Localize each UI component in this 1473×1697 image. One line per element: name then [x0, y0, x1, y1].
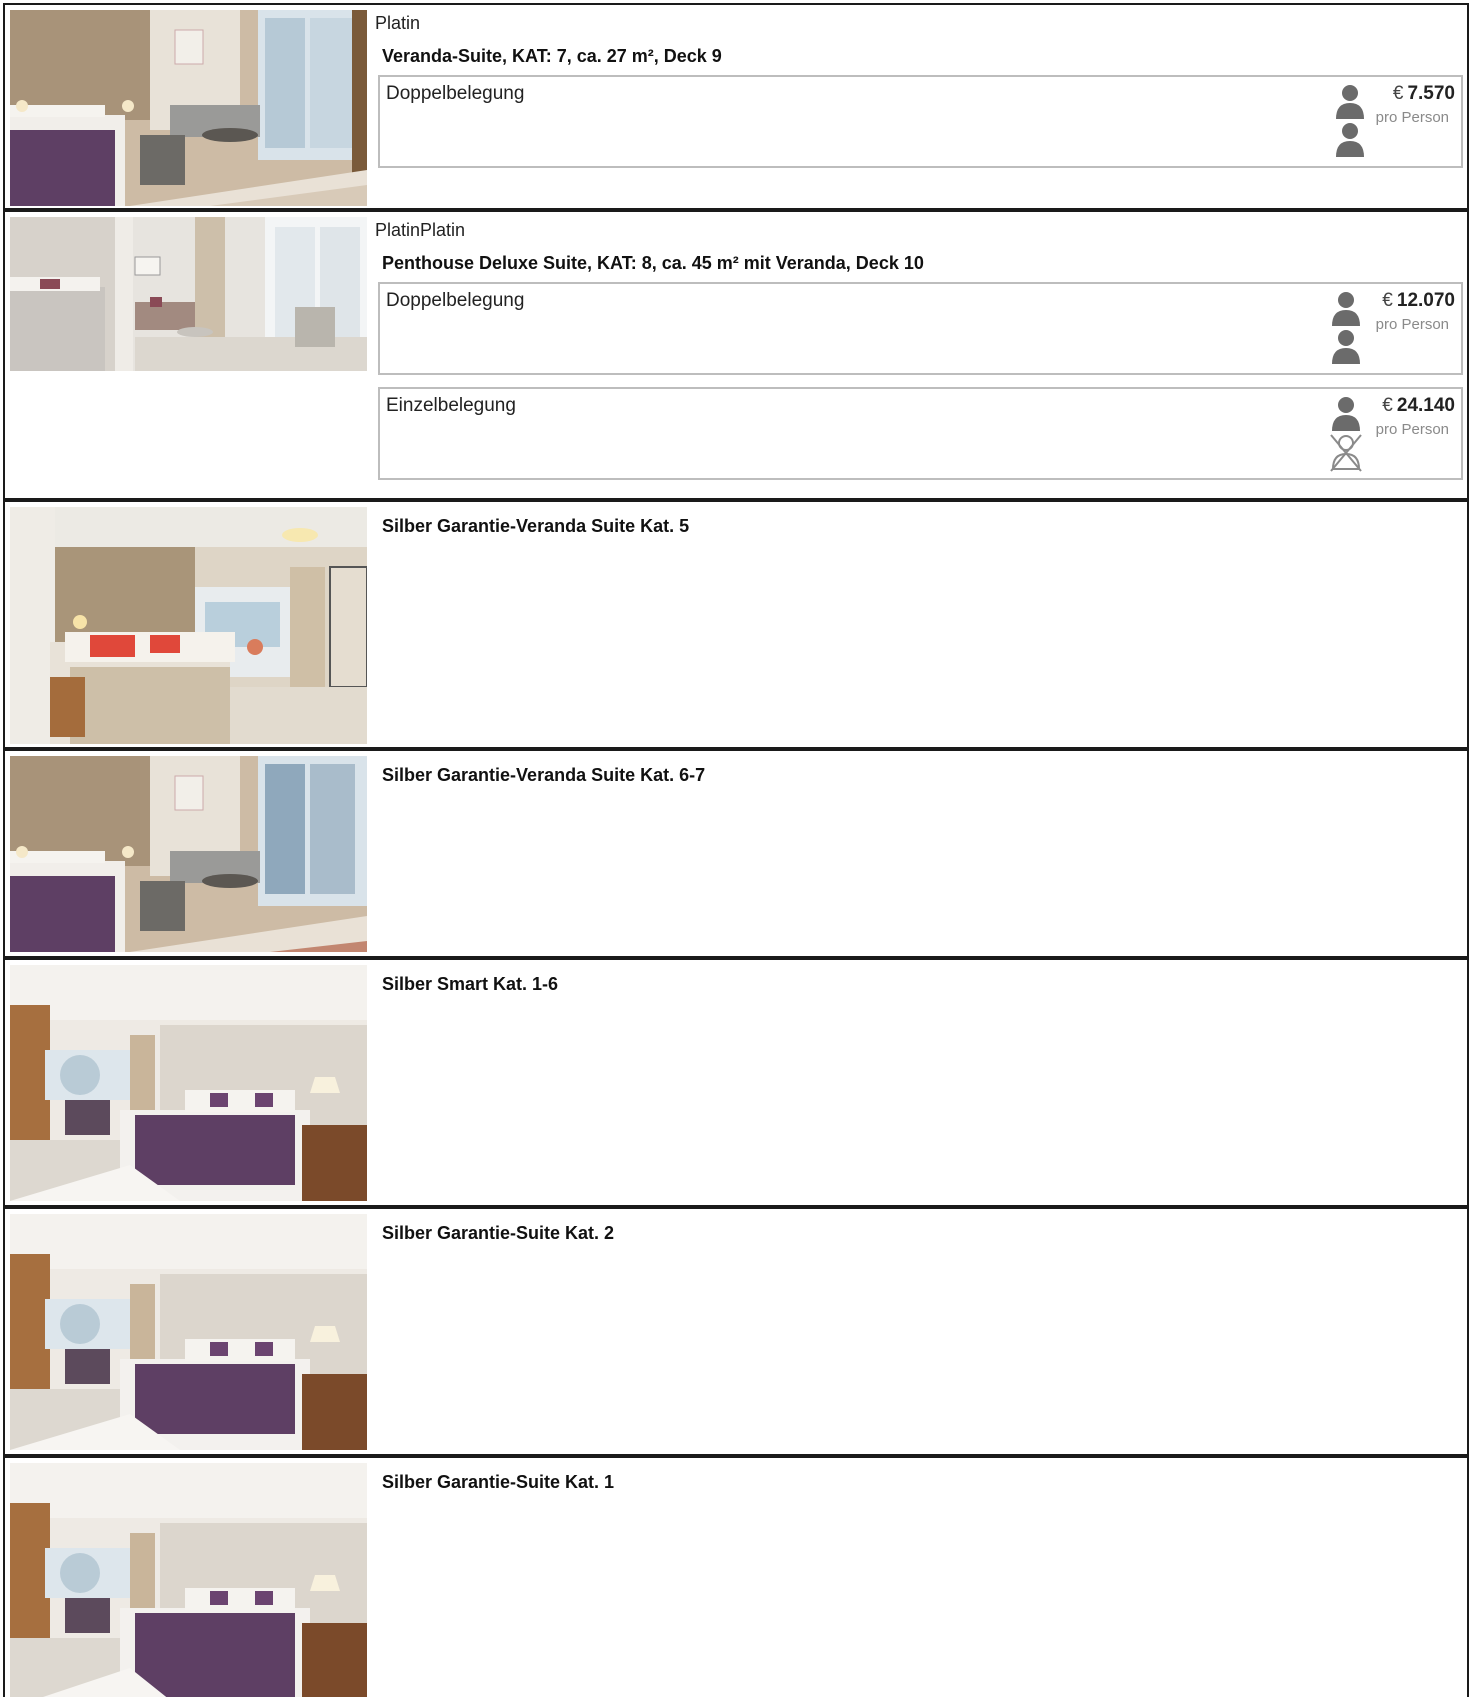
- cabin-title: Veranda-Suite, KAT: 7, ca. 27 m², Deck 9: [382, 46, 722, 66]
- cabin-row: Platin Veranda-Suite, KAT: 7, ca. 27 m²,…: [3, 3, 1469, 210]
- cabin-row: PlatinPlatin Penthouse Deluxe Suite, KAT…: [3, 210, 1469, 500]
- cabin-row: Silber Garantie-Veranda Suite Kat. 5: [3, 500, 1469, 749]
- cabin-title: Silber Smart Kat. 1-6: [382, 974, 559, 994]
- price-amount: 24.140: [1396, 395, 1455, 416]
- cabin-title: Silber Garantie-Suite Kat. 2: [382, 1223, 615, 1243]
- cabin-title: Silber Garantie-Veranda Suite Kat. 6-7: [382, 765, 706, 785]
- price-unit: pro Person: [1375, 421, 1449, 438]
- cabin-photo: [10, 965, 367, 1201]
- price-offer[interactable]: Einzelbelegung €24.140 pro Person: [378, 387, 1463, 480]
- cabin-photo: [10, 756, 367, 952]
- cabin-row: Silber Garantie-Veranda Suite Kat. 6-7: [3, 749, 1469, 958]
- cabin-row: Silber Garantie-Suite Kat. 1: [3, 1456, 1469, 1697]
- cabin-title: Silber Garantie-Veranda Suite Kat. 5: [382, 516, 690, 536]
- price: €7.570 pro Person: [1376, 83, 1455, 126]
- occupancy-label: Einzelbelegung: [386, 395, 516, 416]
- cabin-row: Silber Smart Kat. 1-6: [3, 958, 1469, 1207]
- occupancy-label: Doppelbelegung: [386, 83, 525, 104]
- price-offer[interactable]: Doppelbelegung €7.570 pro Person: [378, 75, 1463, 168]
- cabin-tier: PlatinPlatin: [375, 220, 466, 240]
- cabin-title: Silber Garantie-Suite Kat. 1: [382, 1472, 615, 1492]
- cabin-tier: Platin: [375, 13, 421, 33]
- cabin-list: Platin Veranda-Suite, KAT: 7, ca. 27 m²,…: [0, 0, 1473, 1697]
- price-offer[interactable]: Doppelbelegung €12.070 pro Person: [378, 282, 1463, 375]
- cabin-row: Silber Garantie-Suite Kat. 2: [3, 1207, 1469, 1456]
- currency-symbol: €: [1382, 395, 1393, 416]
- currency-symbol: €: [1382, 290, 1393, 311]
- currency-symbol: €: [1392, 83, 1404, 104]
- cabin-photo: [10, 1214, 367, 1450]
- occupancy-label: Doppelbelegung: [386, 290, 525, 311]
- price-unit: pro Person: [1375, 109, 1449, 126]
- two-persons-icon: [1326, 288, 1366, 372]
- single-person-icon: [1326, 393, 1366, 477]
- price-amount: 7.570: [1407, 83, 1455, 104]
- price: €12.070 pro Person: [1376, 290, 1455, 333]
- cabin-photo: [10, 1463, 367, 1697]
- price-unit: pro Person: [1375, 316, 1449, 333]
- cabin-photo: [10, 507, 367, 744]
- two-persons-icon: [1330, 81, 1370, 165]
- cabin-title: Penthouse Deluxe Suite, KAT: 8, ca. 45 m…: [382, 253, 924, 273]
- price-amount: 12.070: [1396, 290, 1455, 311]
- cabin-photo: [10, 10, 367, 206]
- price: €24.140 pro Person: [1376, 395, 1455, 438]
- cabin-photo: [10, 217, 367, 371]
